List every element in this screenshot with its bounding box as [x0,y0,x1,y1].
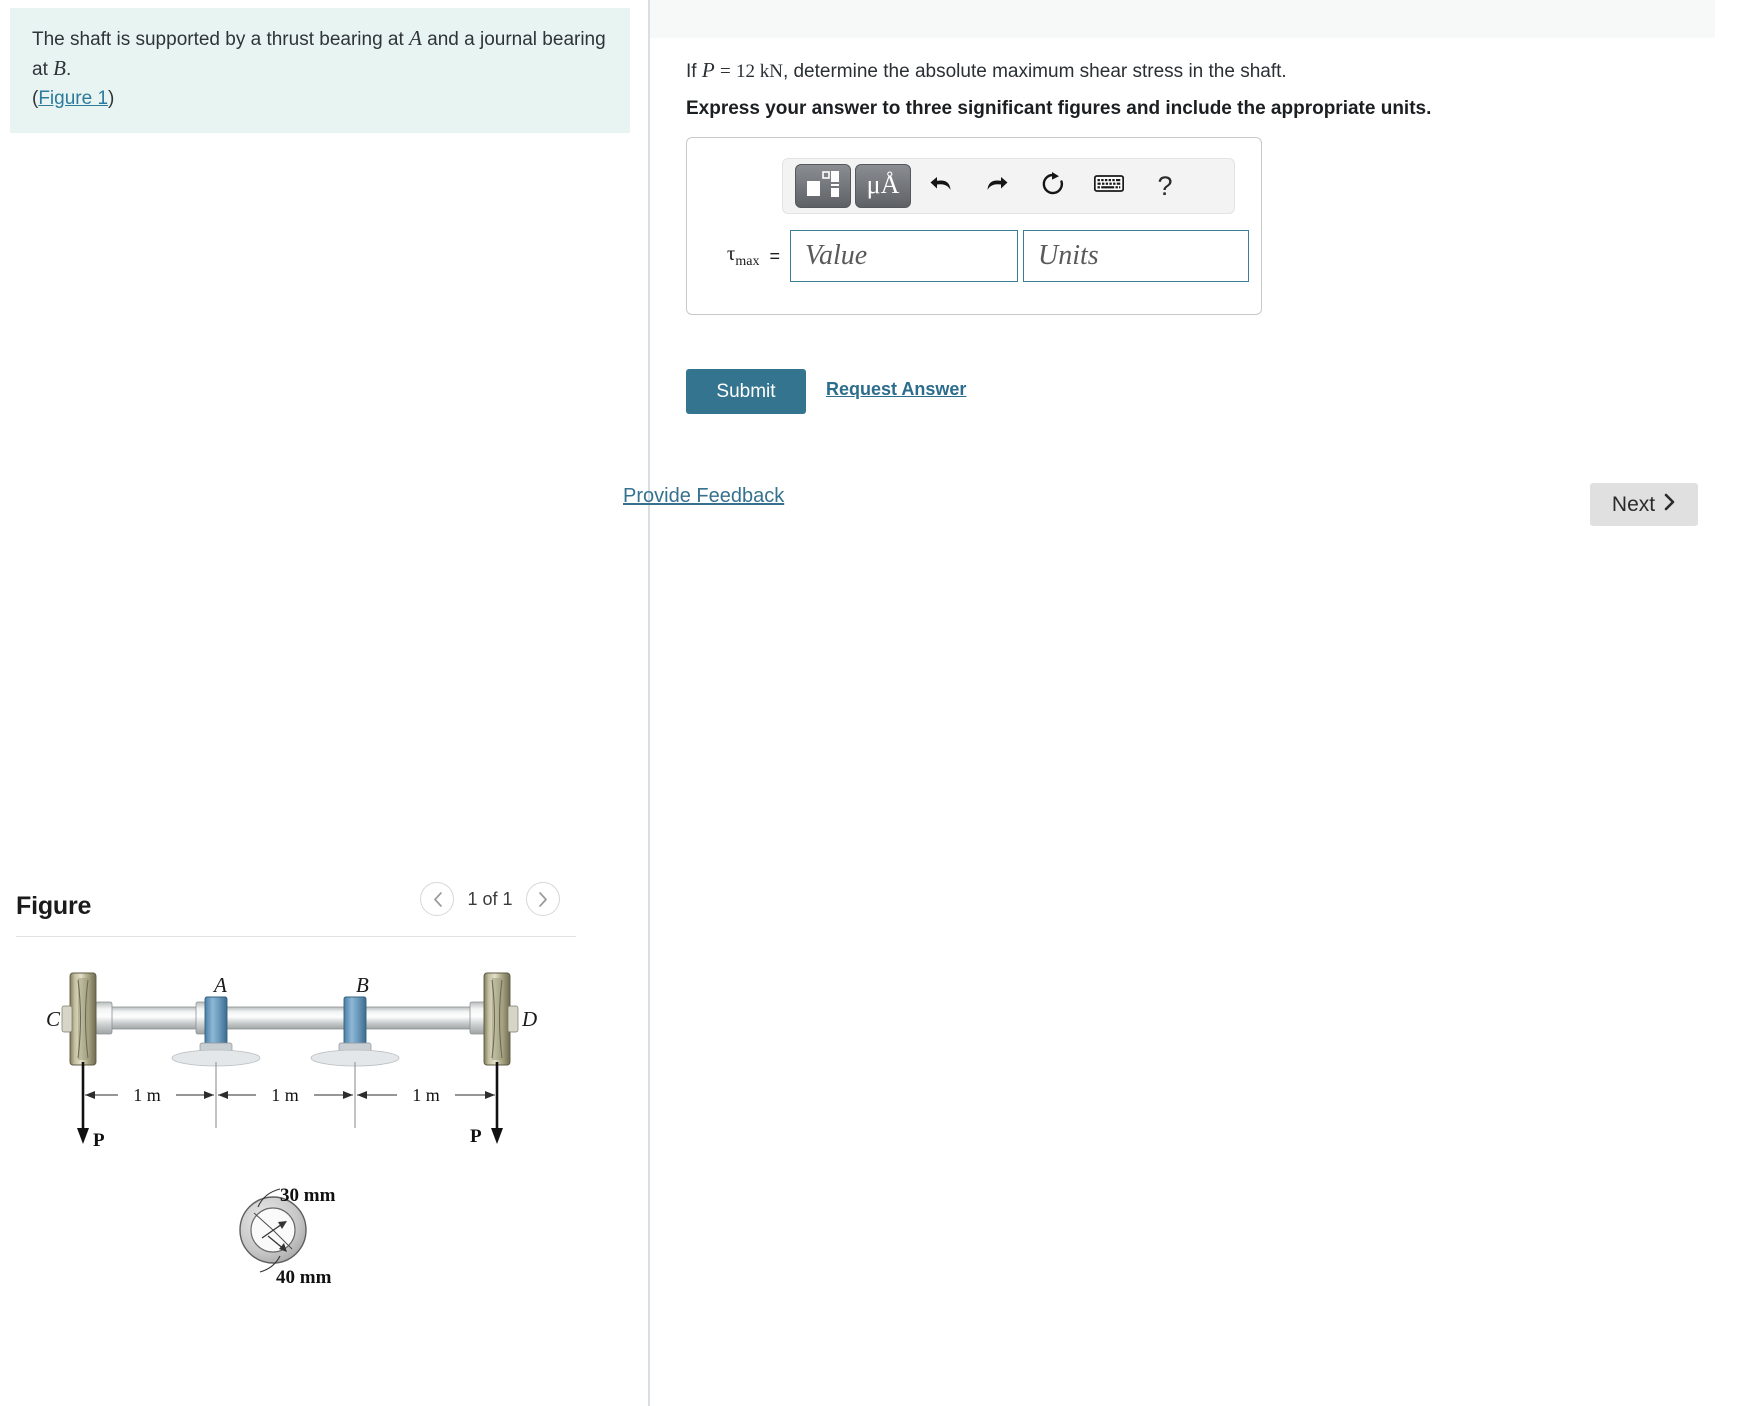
label-a: A [212,973,227,997]
pulley-c [61,972,97,1066]
answer-equals-sign: = [769,245,780,266]
question-p-value: 12 kN [735,61,783,82]
answer-input-row: τmax = [697,230,1249,282]
dimension-2: 1 m [271,1085,299,1105]
top-strip [650,0,1715,38]
provide-feedback-link[interactable]: Provide Feedback [623,485,784,508]
problem-statement-box: The shaft is supported by a thrust beari… [10,8,630,133]
undo-button[interactable] [915,164,967,208]
variable-b: B [53,56,66,80]
figure-title: Figure [16,891,92,920]
redo-arrow-icon [984,172,1010,201]
keyboard-icon [1093,174,1125,199]
dimension-3: 1 m [412,1085,440,1105]
paren-close: ) [108,88,115,109]
variable-a: A [409,26,422,50]
problem-text-part1: The shaft is supported by a thrust beari… [32,29,410,50]
undo-arrow-icon [928,172,954,201]
question-mark-icon: ? [1157,170,1173,201]
submit-button[interactable]: Submit [686,369,806,414]
figure-image[interactable]: C D A B P P 1 m 1 m 1 m 30 mm 40 mm [0,950,620,1370]
question-rest: , determine the absolute maximum shear s… [782,61,1287,82]
next-button-label: Next [1611,492,1656,516]
question-equals: = [719,61,731,82]
question-text: If P = 12 kN, determine the absolute max… [686,57,1287,85]
request-answer-link[interactable]: Request Answer [826,379,966,400]
reset-circular-arrow-icon [1040,171,1066,202]
figure-pager: 1 of 1 [420,882,560,916]
figure-prev-button[interactable] [420,882,454,916]
outer-diameter-label: 40 mm [276,1267,332,1288]
figure-page-count: 1 of 1 [467,888,513,909]
chevron-right-icon [538,891,549,908]
help-button[interactable]: ? [1139,164,1191,208]
inner-diameter-label: 30 mm [280,1185,336,1206]
instruction-text: Express your answer to three significant… [686,98,1432,119]
label-b: B [356,973,369,997]
pulley-d [483,972,519,1066]
math-template-button[interactable] [795,164,851,208]
units-button[interactable]: μÅ [855,164,911,208]
answer-units-input[interactable] [1023,230,1249,282]
keyboard-button[interactable] [1083,164,1135,208]
tau-subscript: max [735,254,760,270]
tau-max-label: τmax [697,241,769,270]
reset-button[interactable] [1027,164,1079,208]
shaft-diagram-svg: C D A B P P 1 m 1 m 1 m 30 mm 40 mm [46,972,537,1288]
chevron-left-icon [432,891,443,908]
label-c: C [46,1007,61,1031]
problem-statement-text: The shaft is supported by a thrust beari… [32,24,608,113]
question-p-symbol: P [701,58,715,82]
problem-period: . [65,59,72,80]
left-panel: The shaft is supported by a thrust beari… [0,0,648,1406]
next-button[interactable]: Next [1590,483,1698,526]
right-panel: If P = 12 kN, determine the absolute max… [623,0,1738,1406]
label-p-right: P [470,1126,482,1147]
chevron-right-icon [1663,493,1676,517]
units-micro-angstrom-icon: μÅ [866,170,900,199]
math-toolbar: μÅ ? [782,158,1235,214]
page-root: The shaft is supported by a thrust beari… [0,0,1738,1406]
label-p-left: P [93,1130,105,1151]
dimension-1: 1 m [133,1085,161,1105]
cross-section-detail: 30 mm 40 mm [239,1185,336,1288]
figure-next-button[interactable] [526,882,560,916]
redo-button[interactable] [971,164,1023,208]
figure-section: Figure 1 of 1 C D A B P P 1 m 1 m 1 m 30… [0,876,648,1288]
math-template-icon [806,170,840,203]
answer-value-input[interactable] [790,230,1018,282]
figure-header: Figure 1 of 1 [0,876,648,937]
figure-divider [16,936,576,937]
figure-1-link[interactable]: Figure 1 [38,88,108,109]
label-d: D [521,1007,537,1031]
question-if-label: If [686,61,697,82]
answer-entry-card: μÅ ? τmax = Value Units [686,137,1262,315]
